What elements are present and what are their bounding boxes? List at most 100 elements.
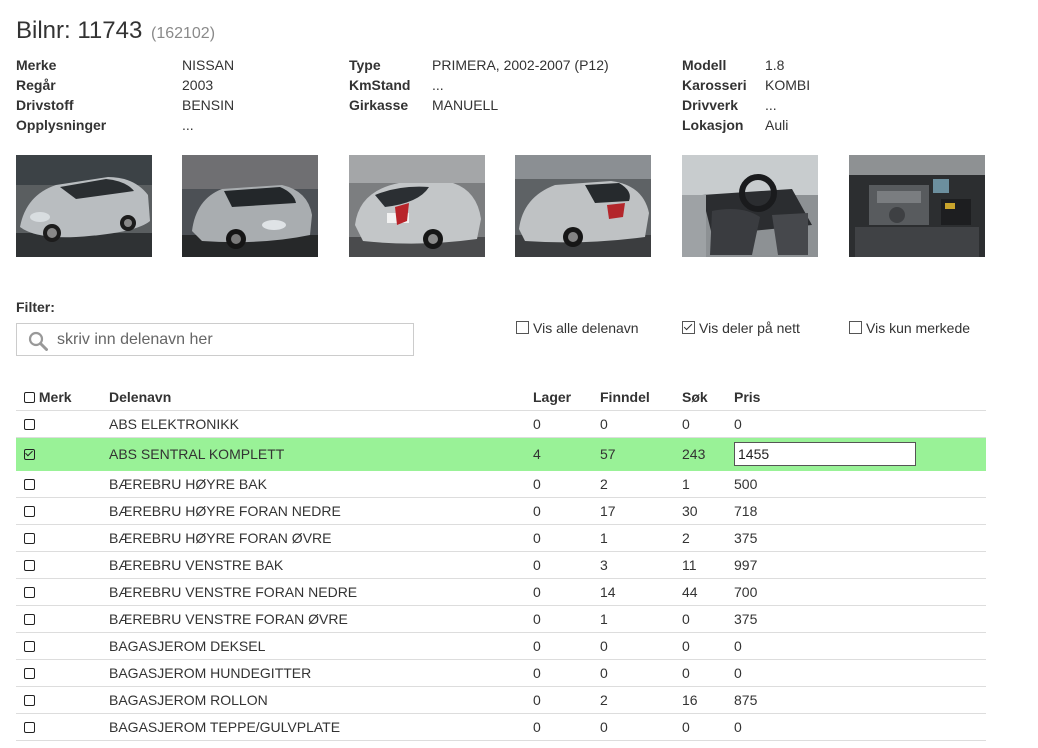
part-pris: 997 [734, 551, 986, 579]
part-finndel: 17 [600, 497, 682, 525]
row-select-cell [16, 437, 109, 471]
part-lager: 0 [533, 578, 600, 606]
part-name: BAGASJEROM DEKSEL [109, 632, 533, 660]
part-name: BÆREBRU VENSTRE FORAN NEDRE [109, 578, 533, 606]
part-pris: 375 [734, 605, 986, 633]
row-checkbox[interactable] [24, 695, 35, 706]
car-front-photo[interactable] [182, 155, 318, 257]
option-label: Vis kun merkede [866, 320, 971, 336]
row-checkbox[interactable] [24, 722, 35, 733]
part-sok: 44 [682, 578, 734, 606]
car-interior-photo[interactable] [682, 155, 818, 257]
part-name: BAGASJEROM TEPPE/GULVPLATE [109, 713, 533, 741]
part-finndel: 0 [600, 410, 682, 438]
part-sok: 2 [682, 524, 734, 552]
row-select-cell [16, 470, 109, 498]
part-lager: 0 [533, 524, 600, 552]
table-row[interactable]: BAGASJEROM HUNDEGITTER 0 0 0 0 [16, 659, 986, 687]
part-pris: 0 [734, 713, 986, 741]
row-checkbox[interactable] [24, 614, 35, 625]
part-finndel: 57 [600, 437, 682, 471]
row-select-cell [16, 632, 109, 660]
header-merk[interactable]: Merk [16, 384, 109, 411]
header-delenavn[interactable]: Delenavn [109, 384, 533, 411]
search-box [16, 323, 414, 356]
price-input[interactable] [734, 442, 916, 466]
select-all-checkbox[interactable] [24, 392, 35, 403]
part-finndel: 2 [600, 686, 682, 714]
row-select-cell [16, 686, 109, 714]
engine-bay-photo[interactable] [849, 155, 985, 257]
part-name: ABS ELEKTRONIKK [109, 410, 533, 438]
part-lager: 0 [533, 551, 600, 579]
table-row-selected[interactable]: ABS SENTRAL KOMPLETT 4 57 243 [16, 437, 986, 471]
part-name: BAGASJEROM ROLLON [109, 686, 533, 714]
row-select-cell [16, 551, 109, 579]
part-finndel: 2 [600, 470, 682, 498]
checkbox[interactable] [849, 321, 862, 334]
table-row[interactable]: BÆREBRU VENSTRE BAK 0 3 11 997 [16, 551, 986, 579]
info-value: MANUELL [432, 97, 499, 113]
row-checkbox[interactable] [24, 587, 35, 598]
car-number: Bilnr: 11743 [16, 17, 143, 44]
part-sok: 16 [682, 686, 734, 714]
info-label: Drivstoff [16, 97, 74, 113]
part-pris: 500 [734, 470, 986, 498]
part-name: BÆREBRU HØYRE FORAN NEDRE [109, 497, 533, 525]
part-finndel: 0 [600, 713, 682, 741]
table-header-row: Merk Delenavn Lager Finndel Søk Pris [16, 384, 986, 411]
header-finndel[interactable]: Finndel [600, 384, 682, 411]
row-checkbox[interactable] [24, 419, 35, 430]
info-value: 2003 [182, 77, 214, 93]
row-select-cell [16, 605, 109, 633]
info-value: Auli [765, 117, 789, 133]
checkbox[interactable] [516, 321, 529, 334]
part-sok: 0 [682, 659, 734, 687]
option-vis-alle-delenavn[interactable]: Vis alle delenavn [516, 320, 639, 336]
part-name: BÆREBRU VENSTRE BAK [109, 551, 533, 579]
table-row[interactable]: ABS ELEKTRONIKK 0 0 0 0 [16, 410, 986, 438]
info-value: PRIMERA, 2002-2007 (P12) [432, 57, 609, 73]
part-lager: 4 [533, 437, 600, 471]
info-value: ... [765, 97, 777, 113]
table-row[interactable]: BÆREBRU VENSTRE FORAN NEDRE 0 14 44 700 [16, 578, 986, 606]
car-front-left-photo[interactable] [16, 155, 152, 257]
car-id: (162102) [150, 25, 216, 42]
part-sok: 0 [682, 410, 734, 438]
part-finndel: 0 [600, 632, 682, 660]
row-checkbox-checked[interactable] [24, 449, 35, 460]
row-checkbox[interactable] [24, 533, 35, 544]
row-checkbox[interactable] [24, 479, 35, 490]
table-row[interactable]: BAGASJEROM TEPPE/GULVPLATE 0 0 0 0 [16, 713, 986, 741]
row-checkbox[interactable] [24, 506, 35, 517]
row-checkbox[interactable] [24, 668, 35, 679]
row-checkbox[interactable] [24, 560, 35, 571]
info-label: Karosseri [682, 77, 747, 93]
header-pris[interactable]: Pris [734, 384, 986, 411]
search-input[interactable] [57, 328, 397, 352]
row-checkbox[interactable] [24, 641, 35, 652]
part-pris: 0 [734, 632, 986, 660]
table-row[interactable]: BÆREBRU HØYRE FORAN NEDRE 0 17 30 718 [16, 497, 986, 525]
table-row[interactable]: BAGASJEROM DEKSEL 0 0 0 0 [16, 632, 986, 660]
part-lager: 0 [533, 713, 600, 741]
table-row[interactable]: BÆREBRU HØYRE BAK 0 2 1 500 [16, 470, 986, 498]
checkbox-checked[interactable] [682, 321, 695, 334]
option-vis-deler-pa-nett[interactable]: Vis deler på nett [682, 320, 800, 336]
part-sok: 30 [682, 497, 734, 525]
option-vis-kun-merkede[interactable]: Vis kun merkede [849, 320, 970, 336]
table-row[interactable]: BÆREBRU VENSTRE FORAN ØVRE 0 1 0 375 [16, 605, 986, 633]
table-row[interactable]: BÆREBRU HØYRE FORAN ØVRE 0 1 2 375 [16, 524, 986, 552]
info-label: Opplysninger [16, 117, 107, 133]
row-select-cell [16, 713, 109, 741]
car-rear-photo[interactable] [349, 155, 485, 257]
header-lager[interactable]: Lager [533, 384, 600, 411]
header-sok[interactable]: Søk [682, 384, 734, 411]
row-select-cell [16, 659, 109, 687]
table-row[interactable]: BAGASJEROM ROLLON 0 2 16 875 [16, 686, 986, 714]
part-finndel: 14 [600, 578, 682, 606]
part-sok: 0 [682, 605, 734, 633]
part-pris: 0 [734, 410, 986, 438]
car-rear-right-photo[interactable] [515, 155, 651, 257]
part-lager: 0 [533, 470, 600, 498]
